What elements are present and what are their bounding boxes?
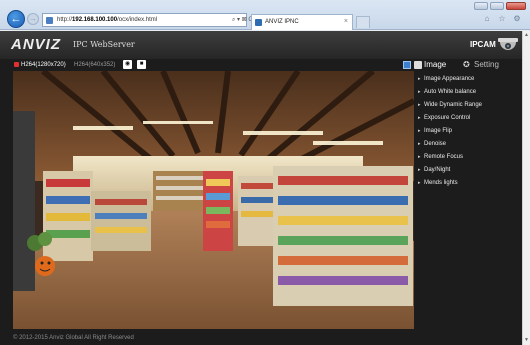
minimize-button[interactable] xyxy=(474,2,488,10)
stream-sub-option[interactable]: H264(640x352) xyxy=(74,61,115,69)
address-bar[interactable]: http://192.168.100.100/ocx/index.html xyxy=(42,13,247,27)
scroll-up-icon[interactable]: ▲ xyxy=(523,31,530,39)
camera-snapshot-icon[interactable]: ◉ xyxy=(123,60,132,69)
record-icon[interactable]: ■ xyxy=(137,60,146,69)
browser-tab[interactable]: ANVIZ IPNC × xyxy=(251,14,353,30)
browser-tools: ⌂ ☆ ⚙ xyxy=(482,14,522,24)
tab-close-icon[interactable]: × xyxy=(344,15,348,29)
gear-icon: ✪ xyxy=(463,60,470,69)
store-scene-image xyxy=(13,71,414,329)
anviz-logo: ANVIZ xyxy=(11,36,61,53)
tab-title: ANVIZ IPNC xyxy=(265,19,299,25)
maximize-button[interactable] xyxy=(490,2,504,10)
menu-item-denoise[interactable]: Denoise xyxy=(418,138,446,151)
home-icon[interactable]: ⌂ xyxy=(482,14,492,24)
star-icon[interactable]: ☆ xyxy=(497,14,507,24)
menu-item-image-flip[interactable]: Image Flip xyxy=(418,125,452,138)
video-toolbar: H264(1280x720) H264(640x352) ◉ ■ Image ✪… xyxy=(0,59,530,71)
menu-item-day-night[interactable]: Day/Night xyxy=(418,164,450,177)
gear-icon[interactable]: ⚙ xyxy=(512,14,522,24)
stream-main-option[interactable]: H264(1280x720) xyxy=(14,61,66,69)
tab-favicon-icon xyxy=(255,19,262,26)
left-gutter xyxy=(0,71,13,329)
live-video-feed[interactable] xyxy=(13,71,414,329)
menu-item-auto-white-balance[interactable]: Auto White balance xyxy=(418,86,476,99)
forward-arrow-icon[interactable]: → xyxy=(27,13,39,25)
address-tools[interactable]: ⌕ ▾ ⊠ C xyxy=(232,13,253,27)
product-title: IPC WebServer xyxy=(73,40,135,49)
device-name: IPCAM xyxy=(470,40,496,49)
close-window-button[interactable] xyxy=(506,2,526,10)
menu-item-image-appearance[interactable]: Image Appearance xyxy=(418,73,474,86)
tab-image[interactable]: Image xyxy=(403,60,446,70)
app-header: ANVIZ IPC WebServer IPCAM xyxy=(0,31,530,59)
image-icon xyxy=(414,61,422,69)
copyright-text: © 2012-2015 Anviz Global All Right Reser… xyxy=(13,335,134,341)
grid-icon xyxy=(403,61,411,69)
tab-setting[interactable]: ✪ Setting xyxy=(463,60,499,70)
window-controls xyxy=(474,2,526,10)
back-arrow-icon[interactable]: ← xyxy=(7,10,25,28)
new-tab-button[interactable] xyxy=(356,16,370,28)
dome-camera-icon xyxy=(498,38,518,50)
menu-item-remote-focus[interactable]: Remote Focus xyxy=(418,151,463,164)
menu-item-wide-dynamic-range[interactable]: Wide Dynamic Range xyxy=(418,99,482,112)
menu-item-exposure-control[interactable]: Exposure Control xyxy=(418,112,470,125)
page-scrollbar[interactable]: ▲ ▼ xyxy=(522,31,530,345)
scroll-down-icon[interactable]: ▼ xyxy=(523,336,530,344)
page-favicon-icon xyxy=(46,17,53,24)
image-settings-panel: Image Appearance Auto White balance Wide… xyxy=(414,71,522,345)
browser-chrome: ← → http://192.168.100.100/ocx/index.htm… xyxy=(0,0,530,30)
menu-item-mends-lights[interactable]: Mends lights xyxy=(418,177,458,190)
